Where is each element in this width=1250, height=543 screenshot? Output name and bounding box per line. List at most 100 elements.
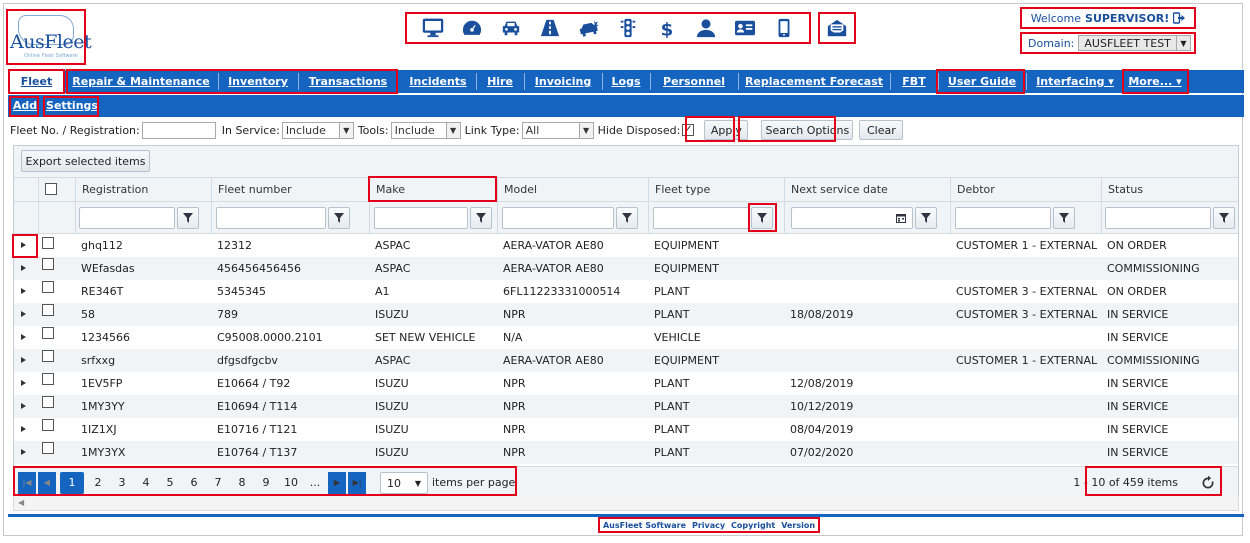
last-page-icon[interactable]: ▶| bbox=[348, 472, 366, 494]
export-selected-button[interactable]: Export selected items bbox=[21, 150, 150, 172]
filter-icon[interactable] bbox=[751, 207, 773, 229]
expand-row-icon[interactable] bbox=[21, 380, 26, 386]
debtor-filter-input[interactable] bbox=[955, 207, 1051, 229]
page-9[interactable]: 9 bbox=[254, 472, 278, 494]
expand-row-icon[interactable] bbox=[21, 242, 26, 248]
col-next-service-date[interactable]: Next service date bbox=[784, 178, 950, 202]
dashboard-icon[interactable] bbox=[460, 17, 484, 39]
row-checkbox[interactable] bbox=[42, 237, 54, 249]
expand-row-icon[interactable] bbox=[21, 265, 26, 271]
nav-replacement-forecast[interactable]: Replacement Forecast bbox=[740, 70, 888, 93]
nav-incidents[interactable]: Incidents bbox=[402, 70, 474, 93]
registration-filter-input[interactable] bbox=[79, 207, 175, 229]
footer-privacy-link[interactable]: Privacy bbox=[692, 521, 725, 530]
nav-repair-maintenance[interactable]: Repair & Maintenance bbox=[66, 70, 216, 93]
col-fleet-number[interactable]: Fleet number bbox=[211, 178, 369, 202]
make-filter-input[interactable] bbox=[374, 207, 468, 229]
table-row[interactable]: 1IZ1XJ E10716 / T121 ISUZU NPR PLANT 08/… bbox=[14, 418, 1238, 441]
first-page-icon[interactable]: |◀ bbox=[18, 472, 36, 494]
nav-logs[interactable]: Logs bbox=[604, 70, 648, 93]
car-icon[interactable] bbox=[499, 17, 523, 39]
scroll-left-icon[interactable]: ◀ bbox=[18, 498, 24, 507]
envelope-open-icon[interactable] bbox=[818, 12, 856, 44]
table-row[interactable]: 58 789 ISUZU NPR PLANT 18/08/2019 CUSTOM… bbox=[14, 303, 1238, 326]
page-10[interactable]: 10 bbox=[278, 472, 304, 494]
items-per-page-select[interactable]: 10 ▼ bbox=[380, 472, 428, 494]
calendar-icon[interactable] bbox=[892, 208, 910, 228]
col-registration[interactable]: Registration bbox=[75, 178, 211, 202]
user-icon[interactable] bbox=[694, 17, 718, 39]
ausfleet-logo[interactable]: AusFleet Online Fleet Software bbox=[6, 9, 92, 65]
hide-disposed-checkbox[interactable]: ✓ bbox=[682, 124, 695, 136]
expand-row-icon[interactable] bbox=[21, 334, 26, 340]
nav-fbt[interactable]: FBT bbox=[892, 70, 936, 93]
row-checkbox[interactable] bbox=[42, 281, 54, 293]
col-status[interactable]: Status bbox=[1101, 178, 1240, 202]
select-all-checkbox[interactable] bbox=[45, 183, 57, 195]
nav-interfacing[interactable]: Interfacing ▾ bbox=[1030, 70, 1120, 93]
nav-personnel[interactable]: Personnel bbox=[652, 70, 736, 93]
table-row[interactable]: 1MY3YX E10764 / T137 ISUZU NPR PLANT 07/… bbox=[14, 441, 1238, 464]
footer-ausfleet-link[interactable]: AusFleet Software bbox=[603, 521, 686, 530]
page-1[interactable]: 1 bbox=[60, 472, 84, 494]
filter-icon[interactable] bbox=[616, 207, 638, 229]
row-checkbox[interactable] bbox=[42, 258, 54, 270]
expand-row-icon[interactable] bbox=[21, 426, 26, 432]
prev-page-icon[interactable]: ◀ bbox=[38, 472, 56, 494]
fleet-number-filter-input[interactable] bbox=[216, 207, 326, 229]
footer-copyright-link[interactable]: Copyright bbox=[731, 521, 775, 530]
id-card-icon[interactable] bbox=[733, 17, 757, 39]
status-filter-input[interactable] bbox=[1105, 207, 1211, 229]
table-row[interactable]: WEfasdas 456456456456 ASPAC AERA-VATOR A… bbox=[14, 257, 1238, 280]
filter-icon[interactable] bbox=[177, 207, 199, 229]
car-crash-icon[interactable] bbox=[577, 17, 601, 39]
page-6[interactable]: 6 bbox=[182, 472, 206, 494]
expand-row-icon[interactable] bbox=[21, 311, 26, 317]
table-row[interactable]: 1EV5FP E10664 / T92 ISUZU NPR PLANT 12/0… bbox=[14, 372, 1238, 395]
row-checkbox[interactable] bbox=[42, 373, 54, 385]
filter-icon[interactable] bbox=[1213, 207, 1235, 229]
page-2[interactable]: 2 bbox=[86, 472, 110, 494]
road-icon[interactable] bbox=[538, 17, 562, 39]
expand-row-icon[interactable] bbox=[21, 357, 26, 363]
table-row[interactable]: 1234566 C95008.0000.2101 SET NEW VEHICLE… bbox=[14, 326, 1238, 349]
footer-version-link[interactable]: Version bbox=[781, 521, 815, 530]
table-row[interactable]: RE346T 5345345 A1 6FL11223331000514 PLAN… bbox=[14, 280, 1238, 303]
row-checkbox[interactable] bbox=[42, 350, 54, 362]
mobile-icon[interactable] bbox=[772, 17, 796, 39]
fleet-reg-input[interactable] bbox=[141, 121, 216, 139]
settings-button[interactable]: Settings bbox=[44, 95, 100, 117]
fleet-type-filter-input[interactable] bbox=[653, 207, 749, 229]
expand-row-icon[interactable] bbox=[21, 288, 26, 294]
apply-button[interactable]: Apply bbox=[704, 120, 749, 140]
col-model[interactable]: Model bbox=[497, 178, 648, 202]
page-7[interactable]: 7 bbox=[206, 472, 230, 494]
col-fleet-type[interactable]: Fleet type bbox=[648, 178, 784, 202]
expand-row-icon[interactable] bbox=[21, 449, 26, 455]
domain-dropdown[interactable]: AUSFLEET TEST ▼ bbox=[1078, 35, 1191, 51]
table-row[interactable]: 1MY3YY E10694 / T114 ISUZU NPR PLANT 10/… bbox=[14, 395, 1238, 418]
link-type-select[interactable]: All ▼ bbox=[521, 121, 594, 139]
page-ellipsis[interactable]: ... bbox=[304, 472, 326, 494]
nav-fleet[interactable]: Fleet bbox=[10, 70, 63, 93]
table-row[interactable]: ghq112 12312 ASPAC AERA-VATOR AE80 EQUIP… bbox=[14, 234, 1238, 257]
filter-icon[interactable] bbox=[1053, 207, 1075, 229]
row-checkbox[interactable] bbox=[42, 327, 54, 339]
dollar-icon[interactable]: $ bbox=[655, 17, 679, 39]
next-service-filter-input[interactable] bbox=[791, 207, 913, 229]
nav-inventory[interactable]: Inventory bbox=[220, 70, 296, 93]
nav-more[interactable]: More... ▾ bbox=[1124, 70, 1186, 93]
monitor-icon[interactable] bbox=[421, 17, 445, 39]
page-4[interactable]: 4 bbox=[134, 472, 158, 494]
col-make[interactable]: Make bbox=[369, 178, 497, 202]
refresh-icon[interactable] bbox=[1201, 475, 1215, 490]
page-3[interactable]: 3 bbox=[110, 472, 134, 494]
table-row[interactable]: srfxxg dfgsdfgcbv ASPAC AERA-VATOR AE80 … bbox=[14, 349, 1238, 372]
row-checkbox[interactable] bbox=[42, 304, 54, 316]
row-checkbox[interactable] bbox=[42, 396, 54, 408]
filter-icon[interactable] bbox=[915, 207, 937, 229]
row-checkbox[interactable] bbox=[42, 442, 54, 454]
col-debtor[interactable]: Debtor bbox=[950, 178, 1101, 202]
nav-hire[interactable]: Hire bbox=[478, 70, 522, 93]
page-5[interactable]: 5 bbox=[158, 472, 182, 494]
